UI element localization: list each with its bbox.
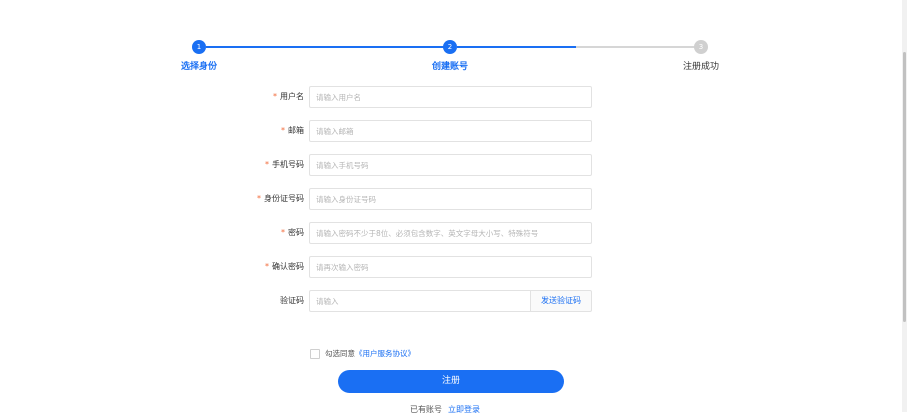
step-2-label: 创建账号	[431, 62, 469, 72]
login-link[interactable]: 立即登录	[448, 405, 480, 414]
step-3-circle: 3	[694, 40, 708, 54]
password-label: * 密码	[281, 228, 304, 237]
login-prompt: 已有账号 立即登录	[410, 404, 480, 415]
agreement-row: 勾选同意《用户服务协议》	[310, 348, 415, 360]
step-1-label: 选择身份	[180, 62, 218, 72]
email-row: * 邮箱	[200, 120, 600, 142]
step-connector-1	[206, 46, 444, 48]
id-number-label: * 身份证号码	[257, 194, 304, 203]
username-row: * 用户名	[200, 86, 600, 108]
step-3-label: 注册成功	[682, 62, 720, 72]
confirm-password-row: * 确认密码	[200, 256, 600, 278]
id-number-row: * 身份证号码	[200, 188, 600, 210]
login-text: 已有账号	[410, 405, 442, 414]
agreement-text: 勾选同意	[325, 349, 355, 358]
send-code-button[interactable]: 发送验证码	[530, 290, 592, 312]
step-2-circle: 2	[443, 40, 457, 54]
required-mark: *	[273, 92, 277, 101]
agreement-link[interactable]: 《用户服务协议》	[355, 349, 415, 358]
step-connector-2-done	[457, 46, 576, 48]
agreement-checkbox[interactable]	[310, 349, 320, 359]
username-label: * 用户名	[273, 92, 304, 101]
phone-row: * 手机号码	[200, 154, 600, 176]
captcha-row: 验证码 发送验证码	[200, 290, 600, 312]
scrollbar-thumb[interactable]	[903, 52, 906, 322]
username-input[interactable]	[309, 86, 592, 108]
page-scrollbar[interactable]	[902, 0, 907, 412]
required-mark: *	[281, 126, 285, 135]
required-mark: *	[265, 160, 269, 169]
password-input[interactable]	[309, 222, 592, 244]
step-2-number: 2	[447, 43, 453, 51]
confirm-password-input[interactable]	[309, 256, 592, 278]
phone-input[interactable]	[309, 154, 592, 176]
required-mark: *	[257, 194, 261, 203]
phone-label: * 手机号码	[265, 160, 304, 169]
step-connector-2-pending	[576, 46, 695, 48]
captcha-label: 验证码	[280, 296, 304, 305]
required-mark: *	[265, 262, 269, 271]
email-input[interactable]	[309, 120, 592, 142]
email-label: * 邮箱	[281, 126, 304, 135]
password-row: * 密码	[200, 222, 600, 244]
step-1-circle: 1	[192, 40, 206, 54]
register-button[interactable]: 注册	[338, 370, 564, 393]
confirm-password-label: * 确认密码	[265, 262, 304, 271]
captcha-input[interactable]	[309, 290, 531, 312]
step-1-number: 1	[196, 43, 202, 51]
required-mark: *	[281, 228, 285, 237]
id-number-input[interactable]	[309, 188, 592, 210]
step-3-number: 3	[698, 43, 704, 51]
